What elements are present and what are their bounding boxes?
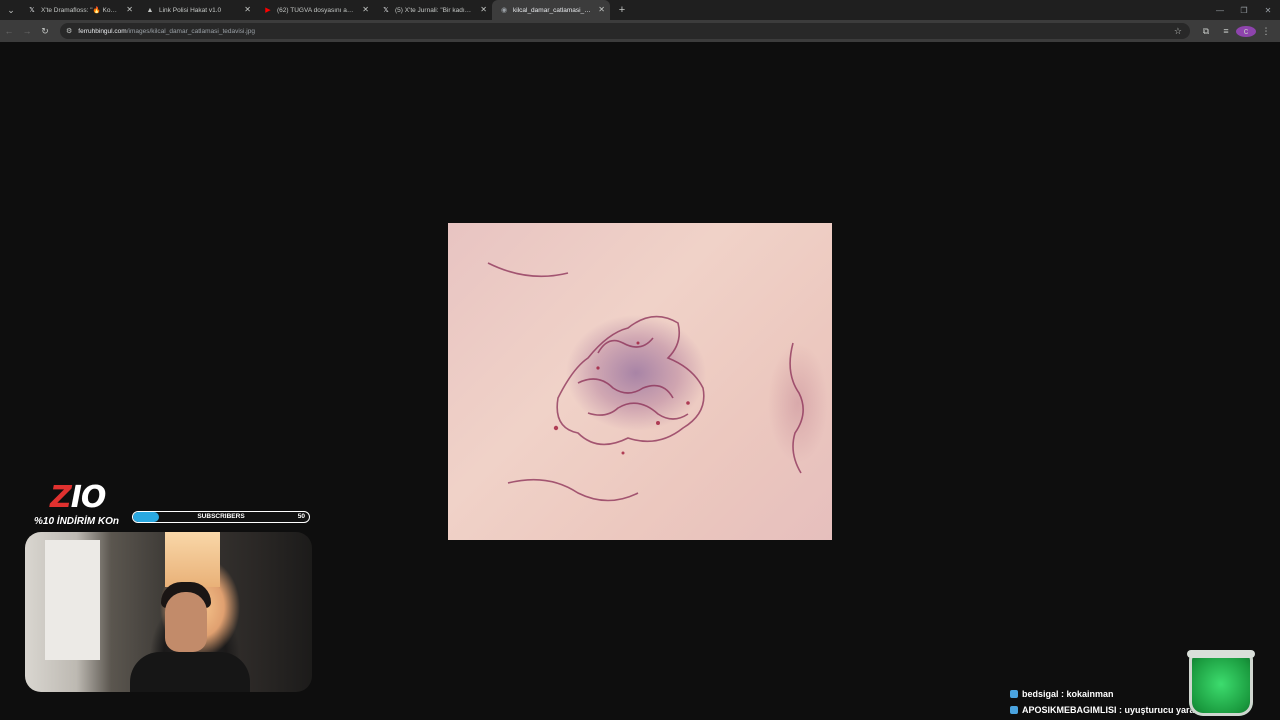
tab-list: 𝕏 X'te Dramafloss: "🔥 Konsol Oy ✕ ▲ Link Pol… bbox=[20, 0, 610, 20]
address-bar[interactable]: ⚙ ferruhbingul.com/images/kilcal_damar_c… bbox=[60, 23, 1190, 39]
new-tab-button[interactable]: + bbox=[614, 2, 630, 18]
url-host: ferruhbingul.com bbox=[78, 27, 127, 35]
tab-4[interactable]: ◉ kilcal_damar_catlamasi_tedavisi ✕ bbox=[492, 0, 610, 20]
globe-icon: ◉ bbox=[500, 6, 508, 14]
tab-title: kilcal_damar_catlamasi_tedavisi bbox=[513, 6, 592, 14]
webcam-lamp bbox=[165, 532, 220, 587]
tab-title: X'te Dramafloss: "🔥 Konsol Oy bbox=[41, 7, 120, 14]
zio-logo: ZIO bbox=[50, 480, 106, 515]
webcam-window-light bbox=[45, 540, 100, 660]
media-controls-icon[interactable]: ≡ bbox=[1216, 26, 1236, 37]
window-controls: — ❐ ✕ bbox=[1208, 6, 1280, 15]
extensions-icon[interactable]: ⧉ bbox=[1196, 26, 1216, 37]
browser-toolbar: ← → ↻ ⚙ ferruhbingul.com/images/kilcal_d… bbox=[0, 20, 1280, 42]
tab-close-icon[interactable]: ✕ bbox=[362, 5, 369, 14]
forward-button[interactable]: → bbox=[18, 26, 36, 36]
chat-message: bedsigal : kokainman bbox=[1010, 686, 1202, 702]
streamer-body bbox=[130, 652, 250, 692]
subscriber-label: SUBSCRIBERS bbox=[197, 513, 245, 520]
youtube-icon: ▶ bbox=[265, 6, 271, 14]
chat-username: bedsigal bbox=[1022, 689, 1059, 699]
tab-title: (5) X'te Jurnali: "Bir kadın, anne bbox=[395, 6, 474, 14]
skin-photo-drawing bbox=[487, 262, 804, 502]
maximize-icon[interactable]: ❐ bbox=[1232, 6, 1256, 15]
tab-title: (62) TÜGVA dosyasını açıyorum bbox=[277, 6, 356, 14]
chat-badge-icon bbox=[1010, 690, 1018, 698]
chat-separator: : bbox=[1058, 689, 1067, 699]
chat-username: APOSIKMEBAGIMLISI bbox=[1022, 705, 1117, 715]
webcam-overlay bbox=[25, 532, 312, 692]
tab-close-icon[interactable]: ✕ bbox=[244, 5, 251, 14]
chat-badge-icon bbox=[1010, 706, 1018, 714]
tab-close-icon[interactable]: ✕ bbox=[480, 5, 487, 14]
sponsor-logo-overlay: ZIO %10 İNDİRİM KOn bbox=[34, 480, 126, 532]
image-viewer: ZIO %10 İNDİRİM KOn SUBSCRIBERS 50 bedsi… bbox=[0, 42, 1280, 720]
streamer-face bbox=[165, 592, 207, 652]
chat-text: kokainman bbox=[1066, 689, 1114, 699]
profile-avatar[interactable]: c bbox=[1236, 25, 1256, 37]
bucket-widget bbox=[1187, 650, 1255, 716]
tab-3[interactable]: 𝕏 (5) X'te Jurnali: "Bir kadın, anne ✕ bbox=[374, 0, 492, 20]
minimize-icon[interactable]: — bbox=[1208, 6, 1232, 15]
tab-strip: ⌄ 𝕏 X'te Dramafloss: "🔥 Konsol Oy ✕ ▲ Link P… bbox=[0, 0, 1280, 20]
subscriber-count: 50 bbox=[297, 513, 305, 520]
bookmark-star-icon[interactable]: ☆ bbox=[1174, 26, 1182, 37]
promo-text: %10 İNDİRİM KOn bbox=[34, 516, 120, 527]
chat-message: APOSIKMEBAGIMLISI : uyuşturucu yarası bbox=[1010, 702, 1202, 718]
reload-button[interactable]: ↻ bbox=[36, 26, 54, 37]
menu-kebab-icon[interactable]: ⋮ bbox=[1256, 26, 1276, 37]
tab-2[interactable]: ▶ (62) TÜGVA dosyasını açıyorum ✕ bbox=[256, 0, 374, 20]
bucket-rim bbox=[1187, 650, 1255, 658]
url-path: /images/kilcal_damar_catlamasi_tedavisi.… bbox=[126, 27, 255, 35]
x-logo-icon: 𝕏 bbox=[383, 6, 389, 14]
toolbar-icons: ⧉ ≡ c ⋮ bbox=[1196, 25, 1276, 37]
close-window-icon[interactable]: ✕ bbox=[1256, 6, 1280, 15]
x-logo-icon: 𝕏 bbox=[29, 6, 35, 14]
chat-overlay: bedsigal : kokainman APOSIKMEBAGIMLISI : … bbox=[1010, 686, 1202, 718]
tab-close-icon[interactable]: ✕ bbox=[126, 5, 133, 14]
displayed-image[interactable] bbox=[448, 223, 832, 540]
tab-search-chevron-icon[interactable]: ⌄ bbox=[2, 1, 20, 19]
back-button[interactable]: ← bbox=[0, 26, 18, 36]
link-icon: ▲ bbox=[146, 6, 154, 14]
tab-1[interactable]: ▲ Link Polisi Hakat v1.0 ✕ bbox=[138, 0, 256, 20]
tab-title: Link Polisi Hakat v1.0 bbox=[159, 6, 222, 14]
tab-0[interactable]: 𝕏 X'te Dramafloss: "🔥 Konsol Oy ✕ bbox=[20, 0, 138, 20]
tab-close-icon[interactable]: ✕ bbox=[598, 5, 605, 14]
subscriber-goal-bar: SUBSCRIBERS 50 bbox=[132, 511, 310, 523]
site-info-icon[interactable]: ⚙ bbox=[66, 27, 72, 35]
chat-separator: : bbox=[1116, 705, 1125, 715]
